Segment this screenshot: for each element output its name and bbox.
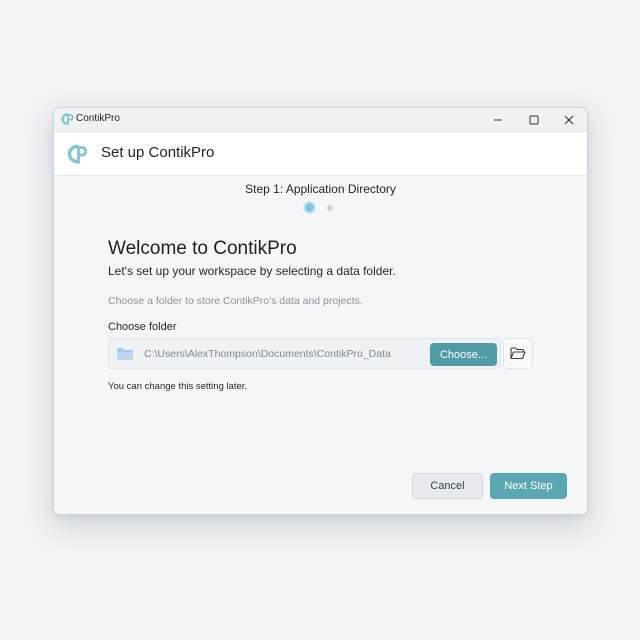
choose-folder-label: Choose folder — [108, 321, 177, 333]
page-title: Set up ContikPro — [101, 144, 215, 161]
close-icon — [564, 115, 574, 124]
cancel-button[interactable]: Cancel — [412, 473, 483, 499]
maximize-button[interactable] — [516, 108, 552, 131]
app-logo-icon — [61, 113, 74, 125]
welcome-subtitle: Let's set up your workspace by selecting… — [108, 264, 396, 278]
welcome-heading: Welcome to ContikPro — [108, 238, 297, 259]
settings-note: You can change this setting later. — [108, 381, 248, 392]
step-title: Step 1: Application Directory — [245, 182, 396, 196]
contikpro-logo-icon — [67, 144, 88, 164]
step-indicator-inactive — [327, 205, 333, 211]
folder-path-text: C:\Users\AlexThompson\Documents\ContikPr… — [144, 348, 391, 360]
step-indicator-active — [305, 203, 314, 212]
folder-open-icon — [510, 347, 526, 360]
close-button[interactable] — [551, 108, 587, 131]
folder-hint: Choose a folder to store ContikPro's dat… — [108, 295, 363, 307]
minimize-button[interactable] — [480, 108, 516, 131]
minimize-icon — [494, 119, 502, 120]
folder-icon — [117, 348, 133, 360]
header-bar: Set up ContikPro — [54, 132, 587, 176]
setup-window: ContikPro Set up ContikPro Step 1: Appli… — [53, 107, 588, 515]
browse-folder-button[interactable] — [503, 338, 533, 369]
choose-button[interactable]: Choose... — [430, 343, 497, 366]
maximize-icon — [529, 115, 539, 124]
window-title: ContikPro — [76, 113, 120, 124]
next-step-button[interactable]: Next Step — [490, 473, 567, 499]
title-bar: ContikPro — [54, 108, 587, 132]
